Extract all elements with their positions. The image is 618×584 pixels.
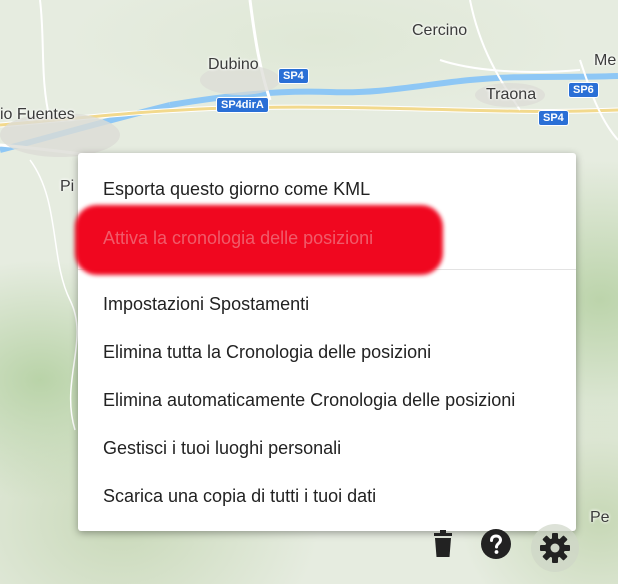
place-traona: Traona: [486, 86, 537, 103]
gear-icon: [540, 533, 570, 563]
road-shield-sp4: SP4: [278, 68, 309, 84]
menu-item-auto-delete-history[interactable]: Elimina automaticamente Cronologia delle…: [103, 390, 515, 411]
place-cercino: Cercino: [412, 22, 468, 39]
place-pe: Pe: [590, 509, 610, 526]
menu-item-manage-places[interactable]: Gestisci i tuoi luoghi personali: [103, 438, 341, 459]
settings-button[interactable]: [535, 528, 575, 568]
menu-item-export-kml[interactable]: Esporta questo giorno come KML: [103, 179, 370, 200]
road-shield-sp4dira: SP4dirA: [216, 97, 269, 113]
menu-item-download-data[interactable]: Scarica una copia di tutti i tuoi dati: [103, 486, 376, 507]
menu-item-timeline-settings[interactable]: Impostazioni Spostamenti: [103, 294, 309, 315]
place-fuentes: io Fuentes: [0, 106, 75, 123]
delete-button[interactable]: [423, 524, 463, 564]
place-me: Me: [594, 52, 617, 69]
menu-item-delete-all-history[interactable]: Elimina tutta la Cronologia delle posizi…: [103, 342, 431, 363]
road-shield-sp4-east: SP4: [538, 110, 569, 126]
help-icon: [481, 529, 511, 559]
place-dubino: Dubino: [208, 56, 259, 73]
place-pi: Pi: [60, 178, 75, 195]
highlight-annotation-label: Attiva la cronologia delle posizioni: [103, 228, 374, 248]
trash-icon: [434, 530, 452, 557]
road-shield-sp6: SP6: [568, 82, 599, 98]
help-button[interactable]: [476, 524, 516, 564]
